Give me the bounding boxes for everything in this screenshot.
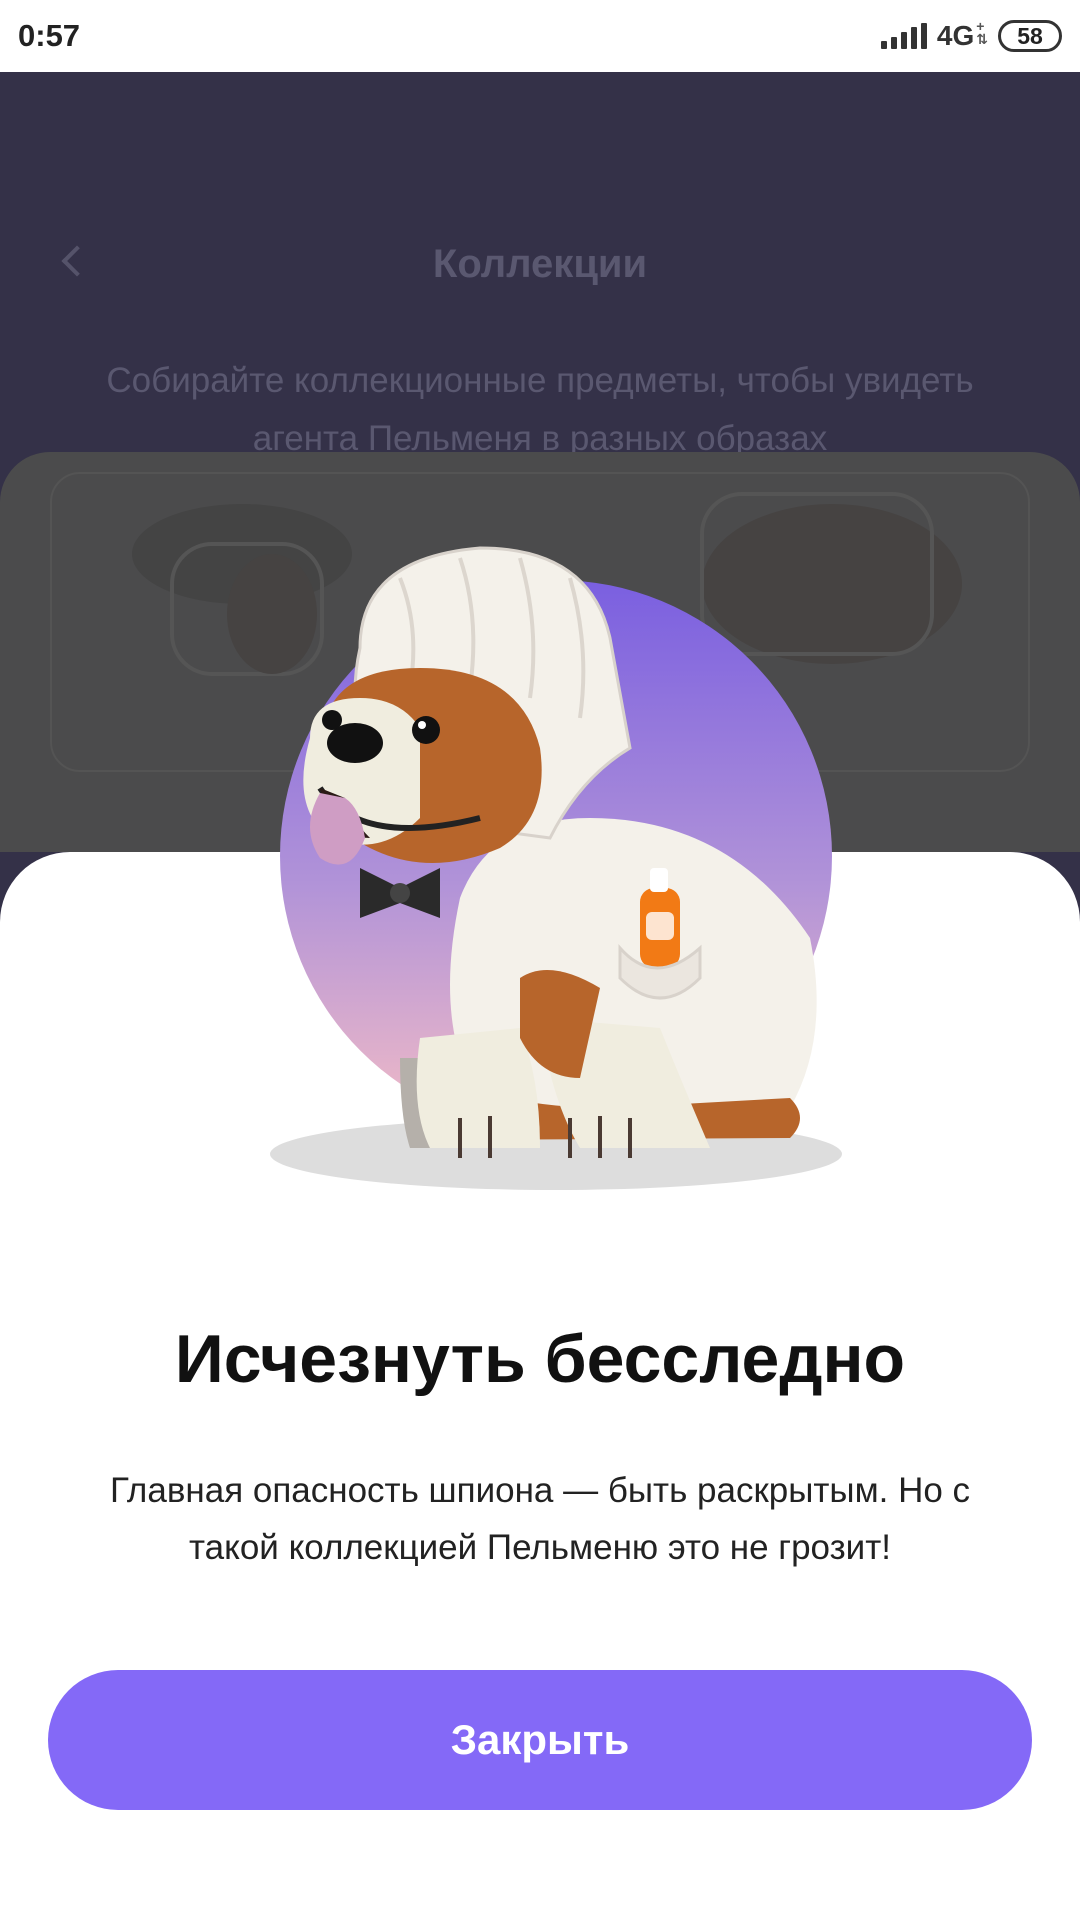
background-header: Коллекции <box>0 240 1080 300</box>
battery-icon: 58 <box>998 20 1062 52</box>
screen: 0:57 4G + ⇅ 58 Коллекции Собирайте коллек… <box>0 0 1080 1920</box>
network-indicator: 4G + ⇅ <box>936 18 988 52</box>
close-button[interactable]: Закрыть <box>48 1670 1032 1810</box>
sheet-description: Главная опасность шпиона — быть раскрыты… <box>109 1471 971 1567</box>
status-time: 0:57 <box>18 18 81 53</box>
background-subtitle: Собирайте коллекционные предметы, чтобы … <box>106 361 974 458</box>
signal-icon <box>880 23 927 49</box>
status-bar: 0:57 4G + ⇅ 58 <box>0 0 1080 72</box>
battery-level: 58 <box>1017 22 1043 49</box>
sheet-title: Исчезнуть бесследно <box>174 1321 906 1397</box>
network-type: 4G <box>936 20 975 51</box>
data-arrows-icon: + ⇅ <box>976 18 988 47</box>
background-title: Коллекции <box>432 242 648 286</box>
dog-agent-illustration <box>270 546 842 1190</box>
status-icons: 4G + ⇅ 58 <box>880 18 1062 52</box>
